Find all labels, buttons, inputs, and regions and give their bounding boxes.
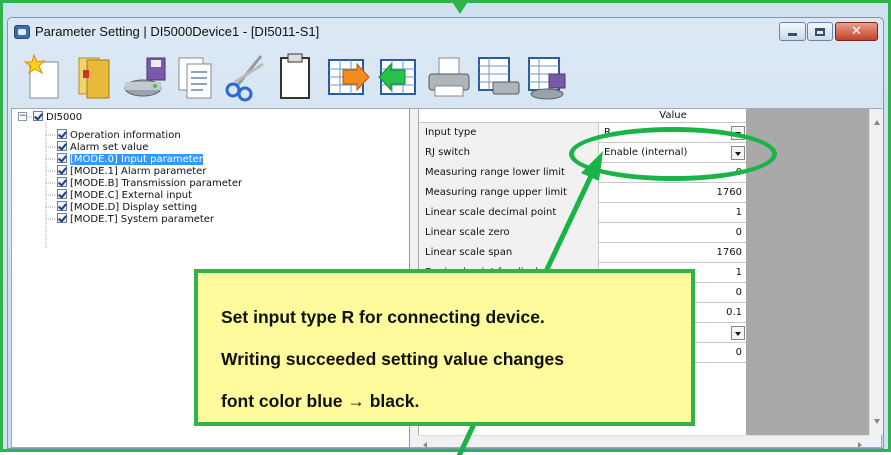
- param-value[interactable]: 0: [599, 223, 747, 243]
- window-title: Parameter Setting | DI5000Device1 - [DI5…: [35, 24, 320, 39]
- horizontal-scrollbar[interactable]: [418, 435, 869, 448]
- value-column-header: Value: [659, 110, 687, 121]
- annotation-note: Set input type R for connecting device. …: [194, 269, 695, 426]
- save-table-icon: [528, 57, 566, 100]
- print-table-icon: [478, 57, 520, 95]
- note-line: Writing succeeded setting value changes: [221, 349, 564, 369]
- save-table-button[interactable]: [525, 52, 571, 102]
- close-icon: ✕: [851, 24, 862, 39]
- print-button[interactable]: [425, 52, 471, 102]
- app-icon: [14, 25, 30, 39]
- new-file-icon: [23, 53, 59, 99]
- checkbox[interactable]: [57, 141, 67, 151]
- tree-item[interactable]: [MODE.1] Alarm parameter: [57, 165, 206, 177]
- printer-icon: [428, 57, 470, 97]
- save-drive-icon: [124, 57, 166, 97]
- clipboard-icon: [280, 53, 310, 99]
- minimize-icon: [788, 33, 797, 36]
- grid-header: Value: [419, 109, 747, 123]
- checkbox[interactable]: [57, 153, 67, 163]
- checkbox[interactable]: [33, 111, 43, 121]
- print-table-button[interactable]: [475, 52, 521, 102]
- grid-row[interactable]: Linear scale decimal point 1: [419, 203, 747, 223]
- tree-item[interactable]: Alarm set value: [57, 141, 148, 153]
- grid-row[interactable]: Linear scale zero 0: [419, 223, 747, 243]
- tree-root[interactable]: DI5000: [33, 111, 82, 123]
- toolbar: [19, 50, 719, 106]
- param-name: Linear scale zero: [419, 223, 599, 243]
- maximize-button[interactable]: [807, 22, 833, 41]
- checkbox[interactable]: [57, 213, 67, 223]
- param-name: Measuring range lower limit: [419, 163, 599, 183]
- screenshot-frame: Parameter Setting | DI5000Device1 - [DI5…: [0, 0, 891, 455]
- save-button[interactable]: [123, 52, 169, 102]
- grid-row[interactable]: Measuring range upper limit 1760: [419, 183, 747, 203]
- tree-item-selected[interactable]: [MODE.0] Input parameter: [57, 153, 203, 165]
- copy-button[interactable]: [173, 52, 219, 102]
- title-bar[interactable]: Parameter Setting | DI5000Device1 - [DI5…: [8, 18, 883, 46]
- highlight-ellipse: [569, 127, 777, 181]
- minimize-button[interactable]: [779, 22, 806, 41]
- param-value[interactable]: 1760: [599, 183, 747, 203]
- maximize-icon: [815, 27, 825, 36]
- scroll-left-right-icon: [423, 442, 862, 448]
- collapse-toggle[interactable]: −: [18, 112, 27, 121]
- read-from-device-icon: [378, 59, 416, 95]
- scissors-icon: [225, 55, 264, 102]
- note-line: font color blue → black.: [221, 391, 420, 411]
- param-value[interactable]: 1760: [599, 243, 747, 263]
- tree-item[interactable]: Operation information: [57, 129, 181, 141]
- param-name: Linear scale decimal point: [419, 203, 599, 223]
- cut-button[interactable]: [223, 52, 269, 102]
- param-name: Input type: [419, 123, 599, 143]
- open-folder-button[interactable]: [71, 52, 117, 102]
- checkbox[interactable]: [57, 177, 67, 187]
- param-name: Measuring range upper limit: [419, 183, 599, 203]
- write-to-device-button[interactable]: [325, 52, 371, 102]
- checkbox[interactable]: [57, 189, 67, 199]
- note-line: Set input type R for connecting device.: [221, 307, 545, 327]
- checkbox[interactable]: [57, 165, 67, 175]
- tree-item[interactable]: [MODE.T] System parameter: [57, 213, 214, 225]
- grid-row[interactable]: Linear scale span 1760: [419, 243, 747, 263]
- tree-item[interactable]: [MODE.B] Transmission parameter: [57, 177, 242, 189]
- read-from-device-button[interactable]: [375, 52, 421, 102]
- tree-item[interactable]: [MODE.D] Display setting: [57, 201, 197, 213]
- checkbox[interactable]: [57, 129, 67, 139]
- close-button[interactable]: ✕: [835, 22, 878, 41]
- new-file-button[interactable]: [21, 52, 67, 102]
- vertical-scrollbar[interactable]: [869, 109, 883, 435]
- scroll-arrows-icon: [874, 120, 880, 424]
- checkbox[interactable]: [57, 201, 67, 211]
- param-name: Linear scale span: [419, 243, 599, 263]
- paste-button[interactable]: [273, 52, 319, 102]
- write-to-device-icon: [328, 59, 370, 95]
- open-folder-icon: [78, 57, 110, 99]
- tree-item[interactable]: [MODE.C] External input: [57, 189, 192, 201]
- dropdown-button[interactable]: [731, 326, 745, 340]
- copy-document-icon: [178, 57, 212, 99]
- param-value[interactable]: 1: [599, 203, 747, 223]
- callout-pointer-arrow: [451, 0, 469, 14]
